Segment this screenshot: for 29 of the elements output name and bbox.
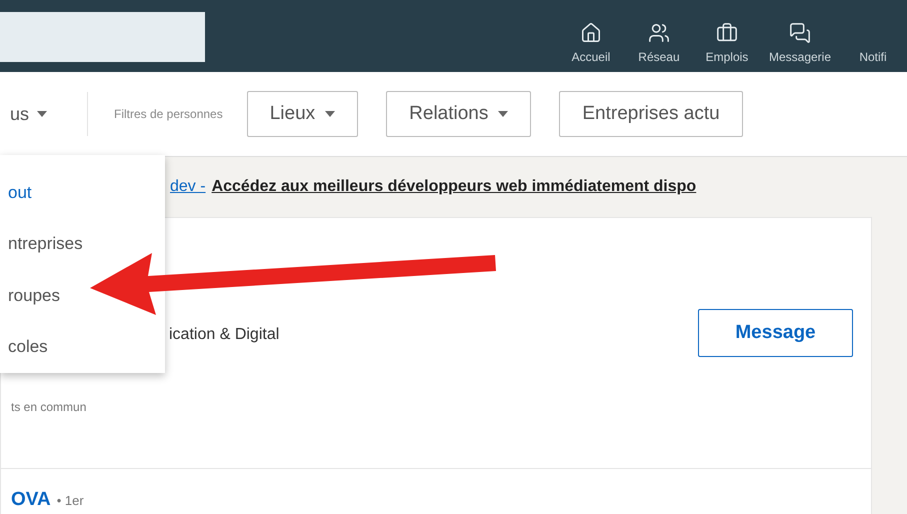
people-icon	[648, 22, 670, 44]
shared-connections: ts en commun	[11, 400, 88, 414]
chat-icon	[788, 22, 811, 44]
filter-button[interactable]: Entreprises actu	[559, 91, 743, 137]
briefcase-icon	[716, 22, 738, 44]
menu-item[interactable]: out	[0, 167, 165, 218]
ad-link[interactable]: dev -	[170, 178, 206, 196]
nav-item[interactable]: Emplois	[692, 8, 761, 64]
caret-icon	[325, 111, 336, 117]
menu-item[interactable]: coles	[0, 322, 165, 373]
nav-item[interactable]: Notifi	[839, 8, 907, 64]
nav-item[interactable]: Accueil	[556, 8, 625, 64]
nav-item[interactable]: Réseau	[624, 8, 693, 64]
filter-button[interactable]: Relations	[386, 91, 532, 137]
result-name[interactable]: OVA	[11, 489, 51, 511]
connection-degree: • 1er	[56, 492, 84, 508]
ad-text: Accédez aux meilleurs développeurs web immédiatement dispo	[212, 178, 696, 196]
caret-icon	[498, 111, 508, 117]
search-field[interactable]	[0, 12, 205, 62]
filter-button[interactable]: Lieux	[246, 91, 358, 137]
message-button[interactable]: Message	[698, 309, 853, 357]
filter-label: Filtres de personnes	[114, 107, 223, 121]
menu-item[interactable]: roupes	[0, 270, 165, 322]
home-icon	[580, 22, 602, 44]
menu-item[interactable]: ntreprises	[0, 218, 165, 270]
result-headline: ication & Digital	[168, 326, 280, 344]
type-dropdown[interactable]: us	[0, 92, 88, 136]
caret-icon	[37, 111, 48, 117]
nav-item[interactable]: Messagerie	[760, 8, 839, 64]
